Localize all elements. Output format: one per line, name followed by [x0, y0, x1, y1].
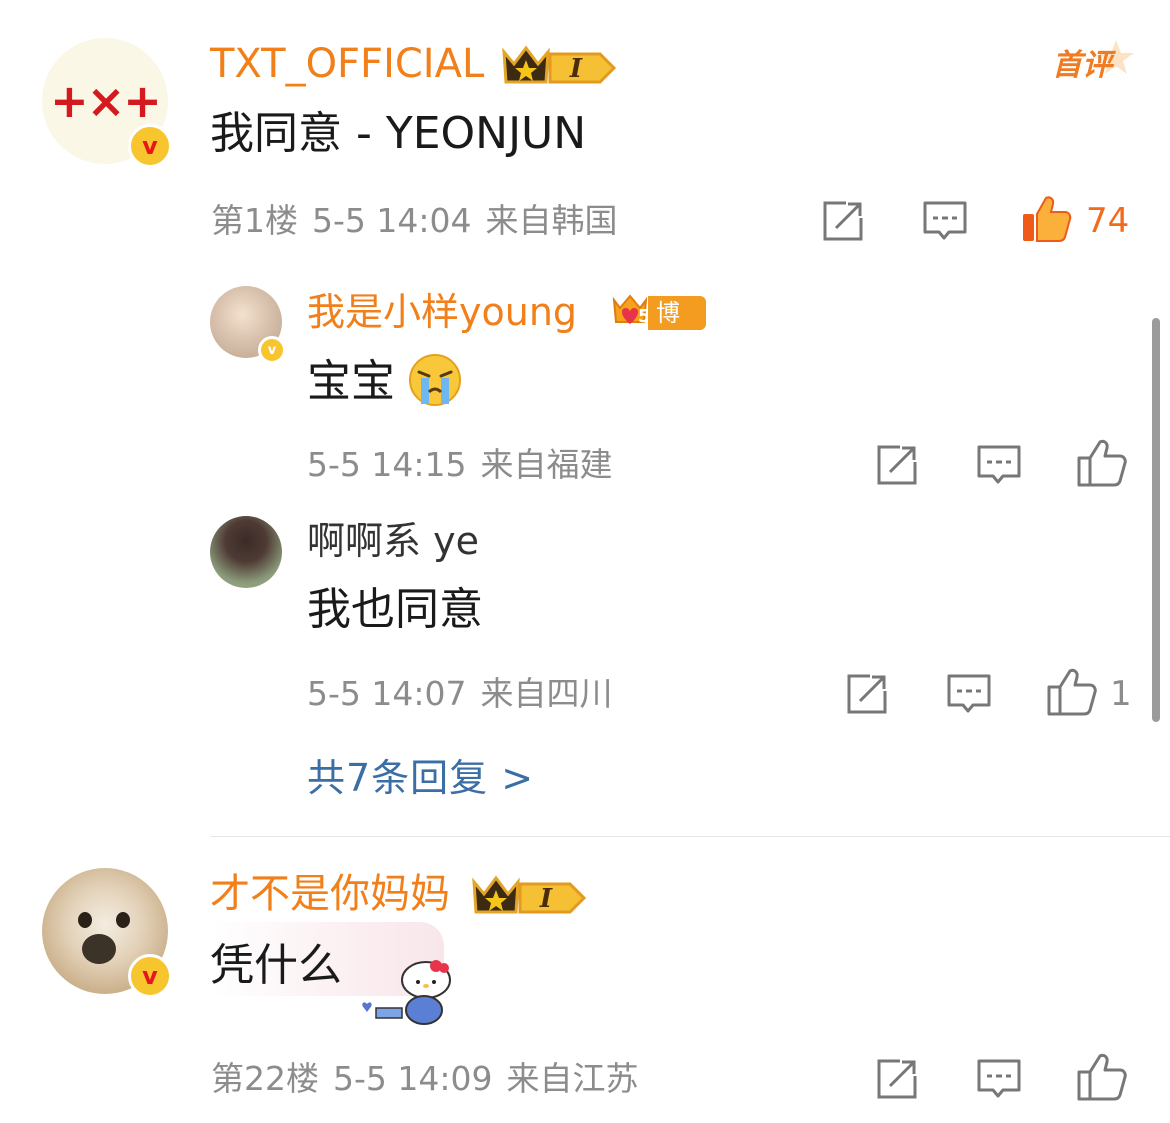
reply-time: 5-5 14:15	[307, 445, 467, 484]
scrollbar[interactable]	[1152, 318, 1160, 722]
blogger-badge: 5 博主	[610, 292, 706, 361]
comment-icon[interactable]	[976, 444, 1022, 488]
divider	[210, 836, 1170, 837]
vip-crown-icon: I	[502, 45, 617, 84]
vip-crown-icon: I	[472, 875, 587, 914]
reply-meta: 5-5 14:07 来自四川	[307, 674, 627, 714]
comment-meta: 第1楼 5-5 14:04 来自韩国	[211, 201, 632, 241]
like-icon[interactable]	[1076, 1052, 1128, 1102]
avatar-logo: +×+	[50, 74, 162, 128]
cat-eye	[116, 912, 130, 928]
comment-icon[interactable]	[922, 200, 968, 244]
share-icon[interactable]	[876, 444, 918, 486]
comment-username[interactable]: TXT_OFFICIAL	[210, 40, 484, 88]
share-icon[interactable]	[822, 200, 864, 242]
first-comment-tag: 首评	[1052, 40, 1134, 88]
comment-meta: 第22楼 5-5 14:09 来自江苏	[211, 1059, 653, 1099]
comment-location: 来自江苏	[506, 1059, 639, 1098]
verified-badge-icon: v	[128, 124, 172, 168]
floor-number: 第1楼	[211, 201, 298, 240]
like-icon[interactable]	[1076, 438, 1128, 488]
vip-level-text: I	[569, 54, 583, 84]
reply-time: 5-5 14:07	[307, 674, 467, 713]
like-count: 1	[1110, 674, 1132, 714]
vip-level-text: I	[539, 884, 553, 914]
reply-location: 来自福建	[480, 445, 613, 484]
reply-meta: 5-5 14:15 来自福建	[307, 445, 627, 485]
comment-time: 5-5 14:04	[312, 201, 472, 240]
reply-text: 宝宝	[307, 356, 395, 407]
share-icon[interactable]	[846, 673, 888, 715]
verified-badge-icon: v	[258, 336, 286, 364]
cat-eye	[78, 912, 92, 928]
reply-text: 我也同意	[307, 584, 483, 635]
reply-location: 来自四川	[480, 674, 613, 713]
comment-location: 来自韩国	[485, 201, 618, 240]
comment-text: 凭什么	[210, 940, 342, 991]
like-icon-active[interactable]	[1020, 194, 1072, 244]
comment-time: 5-5 14:09	[333, 1059, 493, 1098]
verified-badge-icon: v	[128, 954, 172, 998]
like-icon[interactable]	[1046, 667, 1098, 717]
comment-icon[interactable]	[946, 673, 992, 717]
share-icon[interactable]	[876, 1058, 918, 1100]
first-comment-label: 首评	[1052, 48, 1112, 83]
crying-face-icon	[409, 354, 461, 406]
comment-text: 我同意 - YEONJUN	[210, 108, 587, 159]
reply-username[interactable]: 啊啊系 ye	[307, 518, 479, 564]
comment-username[interactable]: 才不是你妈妈	[210, 870, 450, 918]
reply-username[interactable]: 我是小样young	[307, 289, 577, 335]
avatar[interactable]	[210, 516, 282, 588]
badge-label: 博主	[648, 296, 706, 361]
like-count: 74	[1086, 201, 1130, 241]
more-replies-link[interactable]: 共7条回复 >	[307, 755, 534, 801]
gun-barrel	[82, 934, 116, 964]
comment-icon[interactable]	[976, 1058, 1022, 1102]
floor-number: 第22楼	[211, 1059, 319, 1098]
hello-kitty-sticker-icon	[362, 960, 451, 1025]
